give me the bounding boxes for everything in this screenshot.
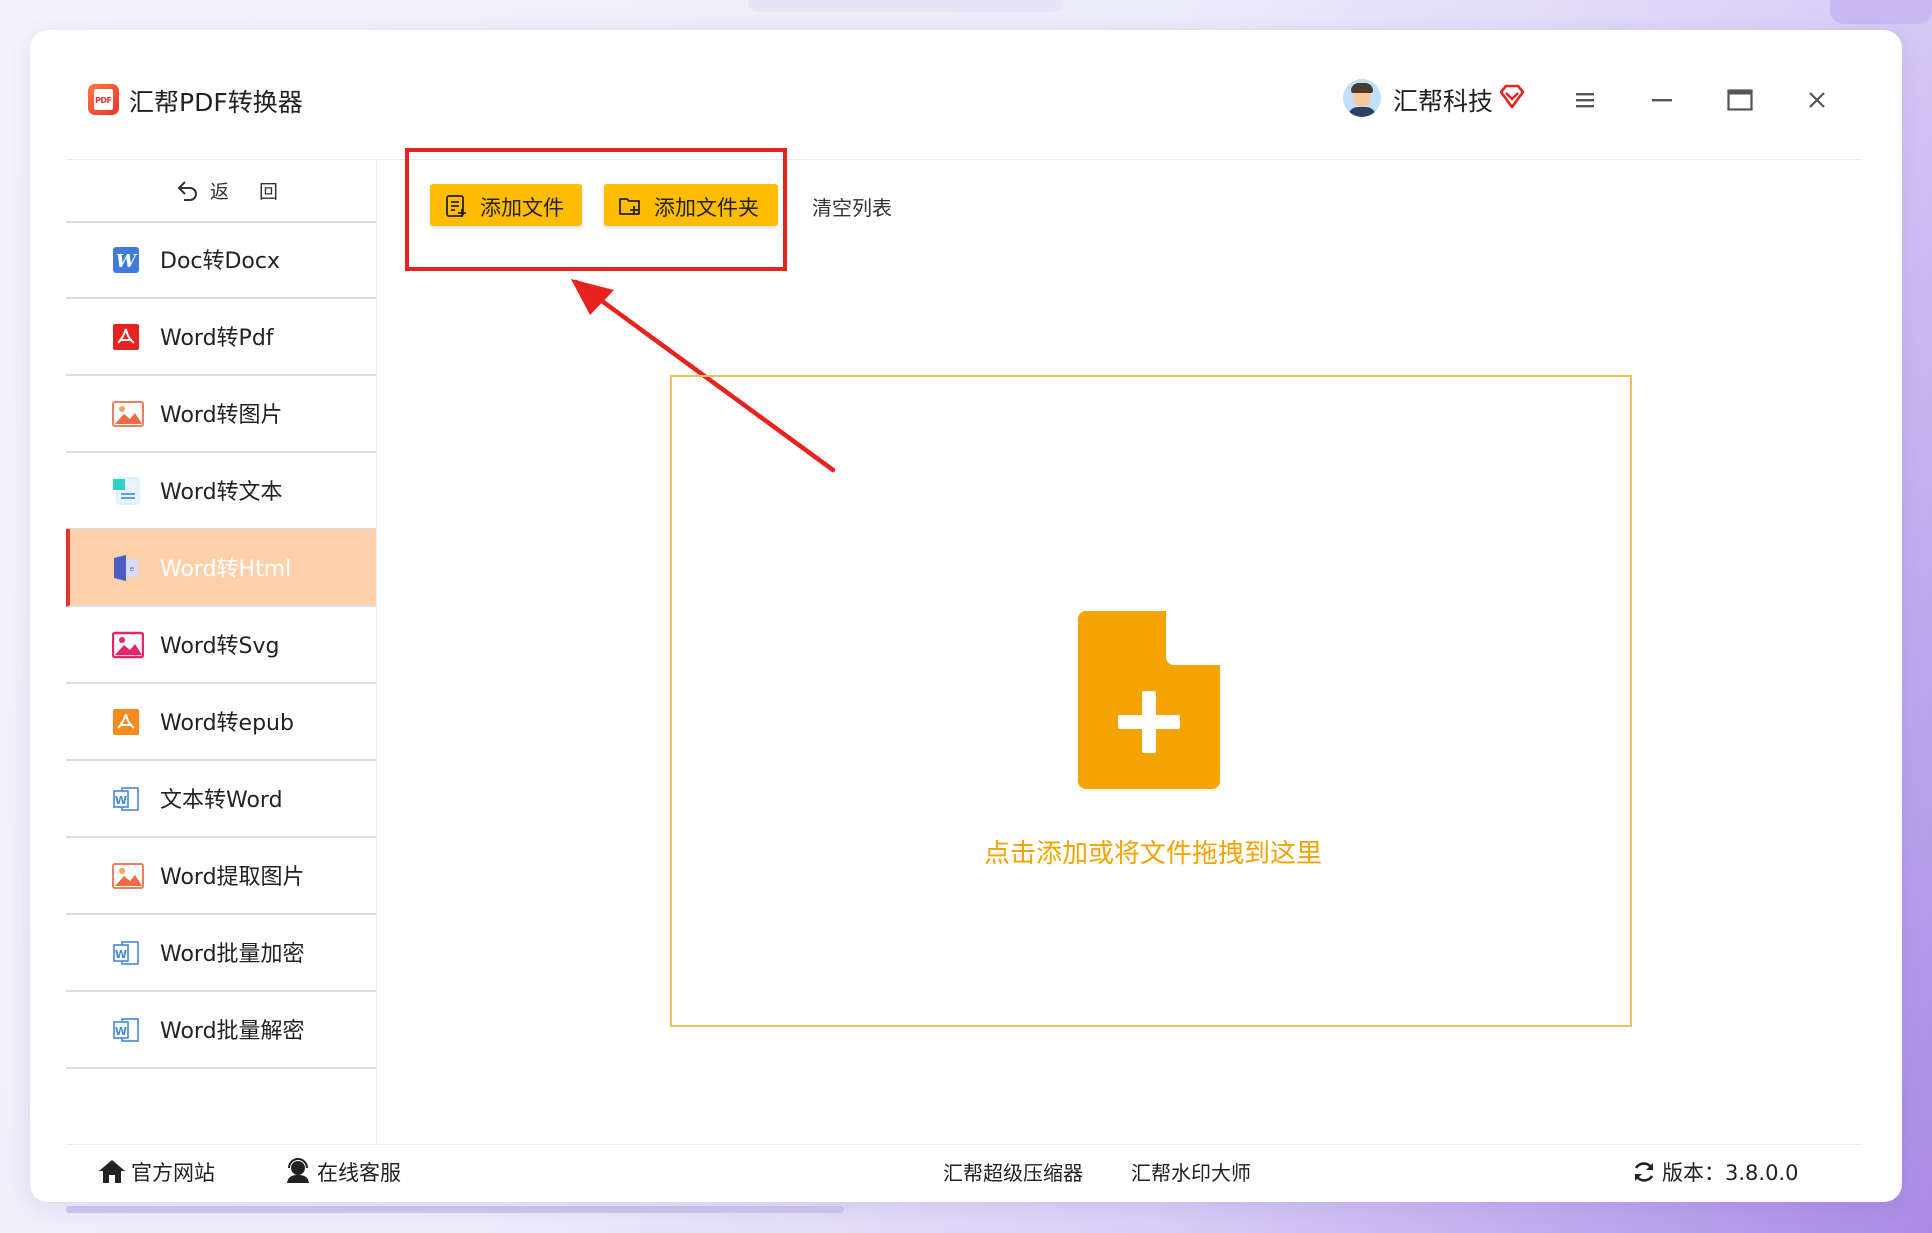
add-file-plus-icon bbox=[1078, 611, 1220, 789]
clear-list-button[interactable]: 清空列表 bbox=[812, 192, 892, 221]
menu-icon[interactable] bbox=[1567, 82, 1603, 118]
watermark-link[interactable]: 汇帮水印大师 bbox=[1131, 1157, 1251, 1186]
svg-text:W: W bbox=[116, 251, 138, 272]
official-site-label: 官方网站 bbox=[131, 1161, 215, 1185]
app-title: 汇帮PDF转换器 bbox=[129, 88, 303, 117]
app-window: PDF 汇帮PDF转换器 汇帮科技 返 回 W Doc转Docx Word转Pd… bbox=[30, 30, 1902, 1202]
app-logo-icon: PDF bbox=[88, 84, 119, 115]
background-decoration bbox=[748, 0, 1062, 12]
sidebar-item-label: Word转图片 bbox=[160, 403, 283, 428]
sidebar-item-word-to-pdf[interactable]: Word转Pdf bbox=[66, 298, 376, 376]
back-label: 返 回 bbox=[210, 181, 291, 203]
user-name[interactable]: 汇帮科技 bbox=[1393, 82, 1493, 118]
epub-icon bbox=[113, 709, 139, 735]
sidebar-item-label: Word批量加密 bbox=[160, 942, 305, 967]
sidebar-item-label: Word转epub bbox=[160, 711, 294, 736]
file-drop-zone[interactable]: 点击添加或将文件拖拽到这里 bbox=[670, 375, 1632, 1027]
svg-text:W: W bbox=[115, 1025, 127, 1038]
footer: 官方网站 在线客服 汇帮超级压缩器 汇帮水印大师 版本：3.8.0.0 bbox=[66, 1144, 1861, 1197]
sidebar: 返 回 W Doc转Docx Word转Pdf Word转图片 Word转文本 … bbox=[66, 159, 377, 1143]
svg-text:W: W bbox=[115, 948, 127, 961]
online-service-label: 在线客服 bbox=[317, 1161, 401, 1185]
text-doc-icon bbox=[113, 477, 140, 505]
background-decoration bbox=[1830, 0, 1932, 24]
customer-service-icon bbox=[287, 1158, 309, 1183]
word-w-icon: W bbox=[113, 247, 139, 273]
version-info[interactable]: 版本：3.8.0.0 bbox=[1632, 1157, 1798, 1187]
maximize-icon[interactable] bbox=[1722, 82, 1758, 118]
sidebar-item-word-extract-image[interactable]: Word提取图片 bbox=[66, 837, 376, 915]
sidebar-item-label: Word批量解密 bbox=[160, 1019, 305, 1044]
word-outline-icon: W bbox=[113, 787, 139, 811]
html-icon: e bbox=[114, 555, 138, 581]
sidebar-item-label: Word提取图片 bbox=[160, 865, 305, 890]
user-avatar[interactable] bbox=[1343, 79, 1381, 117]
app-frame: PDF 汇帮PDF转换器 汇帮科技 返 回 W Doc转Docx Word转Pd… bbox=[66, 64, 1861, 1196]
sidebar-item-label: Word转Html bbox=[160, 557, 292, 582]
drop-zone-hint: 点击添加或将文件拖拽到这里 bbox=[983, 839, 1322, 869]
sidebar-item-label: Doc转Docx bbox=[160, 249, 281, 274]
word-outline-icon: W bbox=[113, 941, 139, 965]
svg-image-icon bbox=[112, 631, 144, 659]
version-label: 版本：3.8.0.0 bbox=[1662, 1161, 1799, 1185]
online-service-link[interactable]: 在线客服 bbox=[284, 1157, 401, 1187]
pdf-icon bbox=[113, 324, 139, 350]
sidebar-item-word-to-html[interactable]: e Word转Html bbox=[66, 529, 376, 607]
back-arrow-icon bbox=[177, 181, 197, 201]
back-button[interactable]: 返 回 bbox=[66, 159, 376, 223]
sidebar-item-word-to-svg[interactable]: Word转Svg bbox=[66, 606, 376, 684]
svg-text:e: e bbox=[130, 565, 134, 573]
title-bar: PDF 汇帮PDF转换器 汇帮科技 bbox=[66, 64, 1861, 160]
sidebar-item-word-to-image[interactable]: Word转图片 bbox=[66, 375, 376, 453]
official-site-link[interactable]: 官方网站 bbox=[98, 1157, 215, 1187]
sidebar-item-label: Word转文本 bbox=[160, 480, 283, 505]
image-icon bbox=[112, 863, 144, 889]
home-icon bbox=[99, 1160, 125, 1183]
sidebar-item-text-to-word[interactable]: W 文本转Word bbox=[66, 760, 376, 838]
sidebar-item-word-to-text[interactable]: Word转文本 bbox=[66, 452, 376, 530]
word-outline-icon: W bbox=[113, 1018, 139, 1042]
sidebar-item-label: Word转Pdf bbox=[160, 326, 274, 351]
sidebar-item-doc-to-docx[interactable]: W Doc转Docx bbox=[66, 221, 376, 299]
sidebar-item-word-batch-encrypt[interactable]: W Word批量加密 bbox=[66, 914, 376, 992]
refresh-icon bbox=[1634, 1162, 1654, 1182]
image-icon bbox=[112, 401, 144, 427]
svg-text:W: W bbox=[115, 794, 127, 807]
sidebar-item-label: 文本转Word bbox=[160, 788, 283, 813]
background-decoration bbox=[66, 1206, 844, 1213]
minimize-icon[interactable] bbox=[1644, 82, 1680, 118]
sidebar-item-word-to-epub[interactable]: Word转epub bbox=[66, 683, 376, 761]
annotation-highlight-box bbox=[405, 148, 787, 271]
vip-diamond-icon[interactable] bbox=[1498, 82, 1526, 110]
sidebar-item-word-batch-decrypt[interactable]: W Word批量解密 bbox=[66, 991, 376, 1069]
close-icon[interactable] bbox=[1799, 82, 1835, 118]
sidebar-item-label: Word转Svg bbox=[160, 634, 280, 659]
compressor-link[interactable]: 汇帮超级压缩器 bbox=[943, 1157, 1083, 1186]
